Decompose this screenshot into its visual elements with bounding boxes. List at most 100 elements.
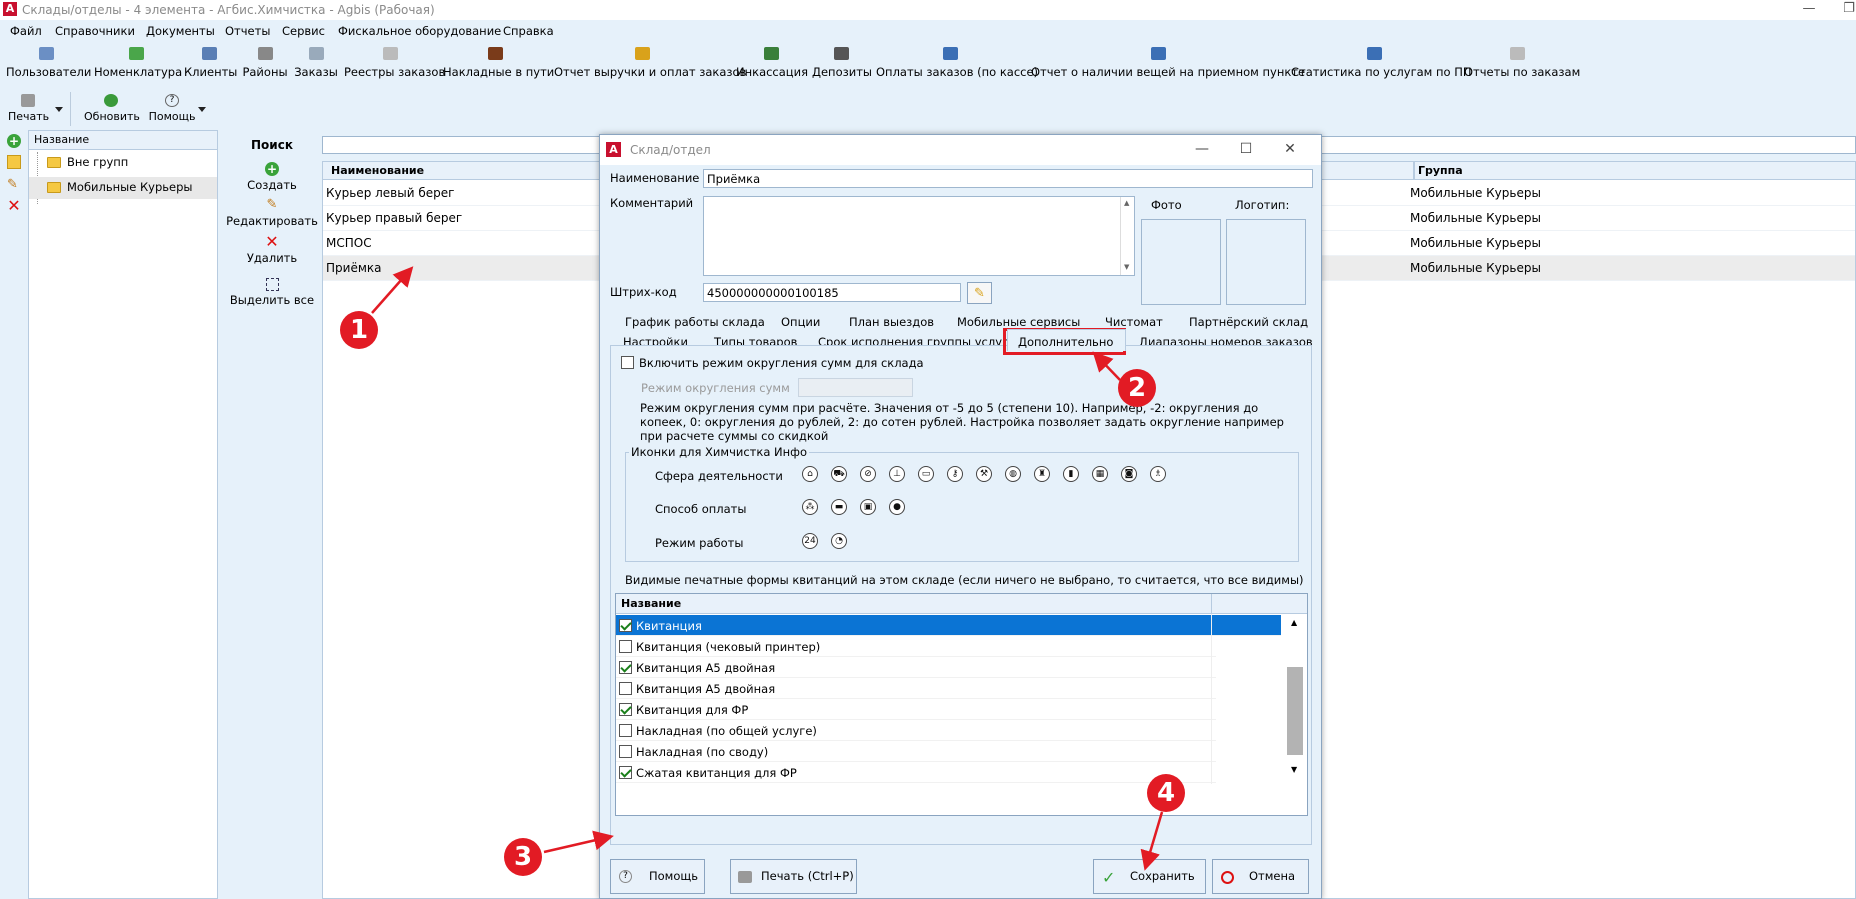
menu-references[interactable]: Справочники (55, 24, 135, 38)
toolbar-collection-button[interactable]: Инкассация (736, 42, 808, 88)
form-checkbox[interactable] (619, 766, 632, 779)
minimize-icon[interactable]: — (1800, 0, 1818, 18)
print-dropdown-arrow[interactable] (55, 107, 63, 112)
rounding-checkbox-label[interactable]: Включить режим округления сумм для склад… (639, 356, 924, 370)
bottles-icon[interactable]: ♗ (1150, 466, 1166, 482)
tool-icon[interactable]: ⚒ (976, 466, 992, 482)
create-button[interactable]: + Создать (222, 162, 322, 192)
photo-box[interactable] (1141, 219, 1221, 305)
column-group-header[interactable]: Группа (1418, 164, 1463, 177)
form-checkbox[interactable] (619, 661, 632, 674)
forms-scrollbar[interactable]: ▲ ▼ (1285, 615, 1305, 781)
bucket-icon[interactable]: ◍ (1005, 466, 1021, 482)
logo-box[interactable] (1226, 219, 1306, 305)
save-button[interactable]: ✓ Сохранить (1093, 859, 1206, 894)
toolbar-clients-button[interactable]: Клиенты (184, 42, 237, 88)
toolbar-registry-button[interactable]: Реестры заказов (344, 42, 445, 88)
comment-scrollbar[interactable]: ▲ ▼ (1120, 197, 1134, 275)
shoe-icon[interactable]: ▮ (1063, 466, 1079, 482)
toolbar-districts-button[interactable]: Районы (241, 42, 289, 88)
scroll-down-icon[interactable]: ▼ (1291, 765, 1297, 774)
shirt-icon[interactable]: ♜ (1034, 466, 1050, 482)
tree-item[interactable]: Вне групп (29, 152, 217, 204)
tab-trips[interactable]: План выездов (849, 315, 934, 329)
list-item[interactable]: Квитанция (чековый принтер) (616, 636, 1216, 657)
hanger-icon[interactable]: ⊘ (860, 466, 876, 482)
tab-options[interactable]: Опции (781, 315, 820, 329)
form-checkbox[interactable] (619, 724, 632, 737)
list-item[interactable]: Накладная (по общей услуге) (616, 720, 1216, 741)
coins-icon[interactable]: ⁂ (802, 499, 818, 515)
toolbar-payments-button[interactable]: Оплаты заказов (по кассе) (876, 42, 1038, 88)
menu-file[interactable]: Файл (10, 24, 42, 38)
car-icon[interactable]: ⛟ (831, 466, 847, 482)
delete-button[interactable]: ✕ Удалить (222, 234, 322, 266)
form-checkbox[interactable] (619, 682, 632, 695)
tab-mobile-services[interactable]: Мобильные сервисы (957, 315, 1080, 329)
key-icon[interactable]: ⚷ (947, 466, 963, 482)
edit-group-icon[interactable]: ✎ (7, 178, 21, 192)
gift-icon[interactable]: ▣ (860, 499, 876, 515)
washer-icon[interactable]: ◙ (1121, 466, 1137, 482)
column-name-header[interactable]: Наименование (331, 164, 424, 177)
add-group-icon[interactable]: + (7, 134, 21, 148)
cleaning-icon[interactable]: ⌂ (802, 466, 818, 482)
refresh-button[interactable]: Обновить (84, 92, 140, 123)
list-item[interactable]: Квитанция А5 двойная (616, 657, 1216, 678)
form-checkbox[interactable] (619, 745, 632, 758)
form-checkbox[interactable] (619, 640, 632, 653)
toolbar-waybills-button[interactable]: Накладные в пути (443, 42, 554, 88)
barcode-field[interactable]: 450000000000100185 (703, 283, 961, 302)
scroll-down-icon[interactable]: ▼ (1124, 263, 1129, 271)
toolbar-items-report-button[interactable]: Отчет о наличии вещей на приемном пункте (1031, 42, 1305, 88)
help-button[interactable]: ? Помощь (610, 859, 705, 894)
tab-chistomat[interactable]: Чистомат (1105, 315, 1163, 329)
rounding-checkbox[interactable] (621, 356, 634, 369)
scroll-up-icon[interactable]: ▲ (1291, 618, 1297, 627)
toolbar-orders-button[interactable]: Заказы (294, 42, 338, 88)
list-item[interactable]: Квитанция (616, 615, 1281, 636)
toolbar-revenue-report-button[interactable]: Отчет выручки и оплат заказов (554, 42, 746, 88)
print-ctrl-p-button[interactable]: Печать (Ctrl+P) (730, 859, 857, 894)
toolbar-nomenclature-button[interactable]: Номенклатура (94, 42, 182, 88)
minimize-icon[interactable]: — (1191, 139, 1213, 159)
toolbar-orders-report-button[interactable]: Отчеты по заказам (1464, 42, 1580, 88)
restore-icon[interactable]: ❐ (1840, 0, 1856, 18)
toolbar-stats-button[interactable]: Статистика по услугам по ПП (1291, 42, 1472, 88)
close-icon[interactable]: ✕ (1279, 139, 1301, 159)
toolbar-deposits-button[interactable]: Депозиты (812, 42, 872, 88)
toolbar-users-button[interactable]: Пользователи (6, 42, 91, 88)
list-item[interactable]: Квитанция для ФР (616, 699, 1216, 720)
generate-barcode-button[interactable]: ✎ (967, 282, 992, 304)
menu-fiscal[interactable]: Фискальное оборудование (338, 24, 501, 38)
maximize-icon[interactable]: ☐ (1235, 139, 1257, 159)
menu-documents[interactable]: Документы (146, 24, 215, 38)
bag-icon[interactable]: ▭ (918, 466, 934, 482)
form-checkbox[interactable] (619, 619, 632, 632)
form-checkbox[interactable] (619, 703, 632, 716)
print-button[interactable]: Печать (8, 92, 49, 123)
rounding-mode-field[interactable] (798, 378, 913, 397)
clock-24-icon[interactable]: 24 (802, 533, 818, 549)
grid-icon[interactable]: ▦ (1092, 466, 1108, 482)
scroll-up-icon[interactable]: ▲ (1124, 199, 1129, 207)
edit-button[interactable]: ✎ Редактировать (222, 198, 322, 229)
tab-partner[interactable]: Партнёрский склад (1189, 315, 1308, 329)
folder-icon[interactable] (7, 155, 21, 169)
name-field[interactable]: Приёмка (703, 169, 1313, 188)
select-all-button[interactable]: Выделить все (222, 278, 322, 307)
tree-item[interactable]: Мобильные Курьеры (29, 177, 217, 199)
list-item[interactable]: Накладная (по своду) (616, 741, 1216, 762)
tab-schedule[interactable]: График работы склада (625, 315, 765, 329)
money-bag-icon[interactable]: ● (889, 499, 905, 515)
list-item[interactable]: Сжатая квитанция для ФР (616, 762, 1216, 783)
scroll-thumb[interactable] (1287, 667, 1303, 755)
menu-service[interactable]: Сервис (282, 24, 325, 38)
clock-icon[interactable]: ◔ (831, 533, 847, 549)
comment-field[interactable] (703, 196, 1135, 276)
help-button[interactable]: ? Помощь (148, 92, 196, 123)
list-item[interactable]: Квитанция А5 двойная (616, 678, 1216, 699)
menu-help[interactable]: Справка (503, 24, 554, 38)
help-dropdown-arrow[interactable] (198, 107, 206, 112)
iron-icon[interactable]: ⊥ (889, 466, 905, 482)
